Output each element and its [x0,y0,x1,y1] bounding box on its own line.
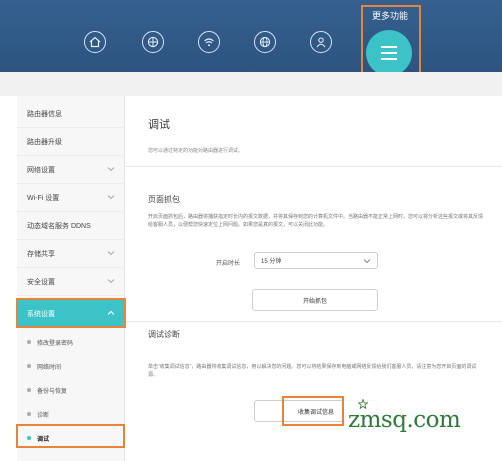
chevron-down-icon [107,195,115,200]
chevron-down-icon [107,279,115,284]
sidebar-item-storage-sharing[interactable]: 存储共享 [17,240,125,268]
user-icon[interactable] [310,31,332,53]
capture-section-title: 页面抓包 [148,195,180,204]
sidebar-subitem-label: 网络时间 [37,364,62,371]
bullet-icon [27,412,31,416]
header-strip [0,72,502,96]
divider [126,321,502,322]
sidebar-item-router-upgrade[interactable]: 路由器升级 [17,128,125,156]
sidebar-item-wifi-settings[interactable]: Wi-Fi 设置 [17,184,125,212]
watermark-text: zmsq.com [348,407,461,433]
diagnosis-section-text: 单击“收集调试信息”，路由器将收集调试信息，用以解决您的问题。您可以将结果保存到… [148,364,477,378]
sidebar-item-security-settings[interactable]: 安全设置 [17,268,125,296]
debug-highlight [16,424,125,448]
chevron-down-icon [107,251,115,256]
watermark: zmsq.com [344,395,502,461]
sidebar-item-label: 安全设置 [27,278,55,286]
sidebar-subitem-change-password[interactable]: 修改登录密码 [17,330,125,354]
wifi-icon[interactable] [198,31,220,53]
more-functions-highlight [361,5,421,82]
chevron-down-icon [107,167,115,172]
sidebar-subitem-diagnosis[interactable]: 诊断 [17,402,125,426]
sidebar-subitem-label: 诊断 [37,412,50,419]
capture-section-text: 开启页面抓包后，路由器将捕获指定时长内的报文数据，并将其保存到您的计算机文件中。… [148,214,484,228]
sidebar-item-label: 路由器升级 [27,138,62,146]
duration-select-value: 15 分钟 [261,259,282,265]
sidebar-item-label: Wi-Fi 设置 [27,194,60,202]
sidebar-item-label: 动态域名服务 DDNS [27,222,91,230]
sidebar: 路由器信息 路由器升级 网络设置 Wi-Fi 设置 动态域名服务 DDNS 存储… [17,96,125,461]
duration-select[interactable]: 15 分钟 [254,252,378,269]
top-navigation-bar: 更多功能 [0,0,502,76]
home-icon[interactable] [84,31,106,53]
sidebar-item-label: 网络设置 [27,166,55,174]
duration-label: 开启时长 [216,261,241,267]
diagnosis-section-title: 调试诊断 [148,330,180,339]
sidebar-subitem-network-time[interactable]: 网络时间 [17,354,125,378]
divider [126,166,502,167]
bullet-icon [27,388,31,392]
page-description: 您可以通过特定的功能对路由器进行调试。 [148,148,244,154]
globe-network-icon[interactable] [254,31,276,53]
sidebar-subitem-label: 修改登录密码 [37,340,74,347]
start-capture-button[interactable]: 开始抓包 [252,289,378,311]
bullet-icon [27,340,31,344]
sidebar-item-router-info[interactable]: 路由器信息 [17,100,125,128]
sidebar-item-network-settings[interactable]: 网络设置 [17,156,125,184]
bullet-icon [27,364,31,368]
system-settings-highlight [16,298,126,328]
page-title: 调试 [148,119,170,131]
sidebar-item-label: 存储共享 [27,250,55,258]
sidebar-subitem-label: 备份与恢复 [37,388,68,395]
collect-button-highlight [282,396,344,426]
sidebar-subitem-backup-restore[interactable]: 备份与恢复 [17,378,125,402]
sidebar-item-label: 路由器信息 [27,110,62,118]
globe-icon[interactable] [142,31,164,53]
sidebar-item-ddns[interactable]: 动态域名服务 DDNS [17,212,125,240]
chevron-down-icon [363,259,371,264]
